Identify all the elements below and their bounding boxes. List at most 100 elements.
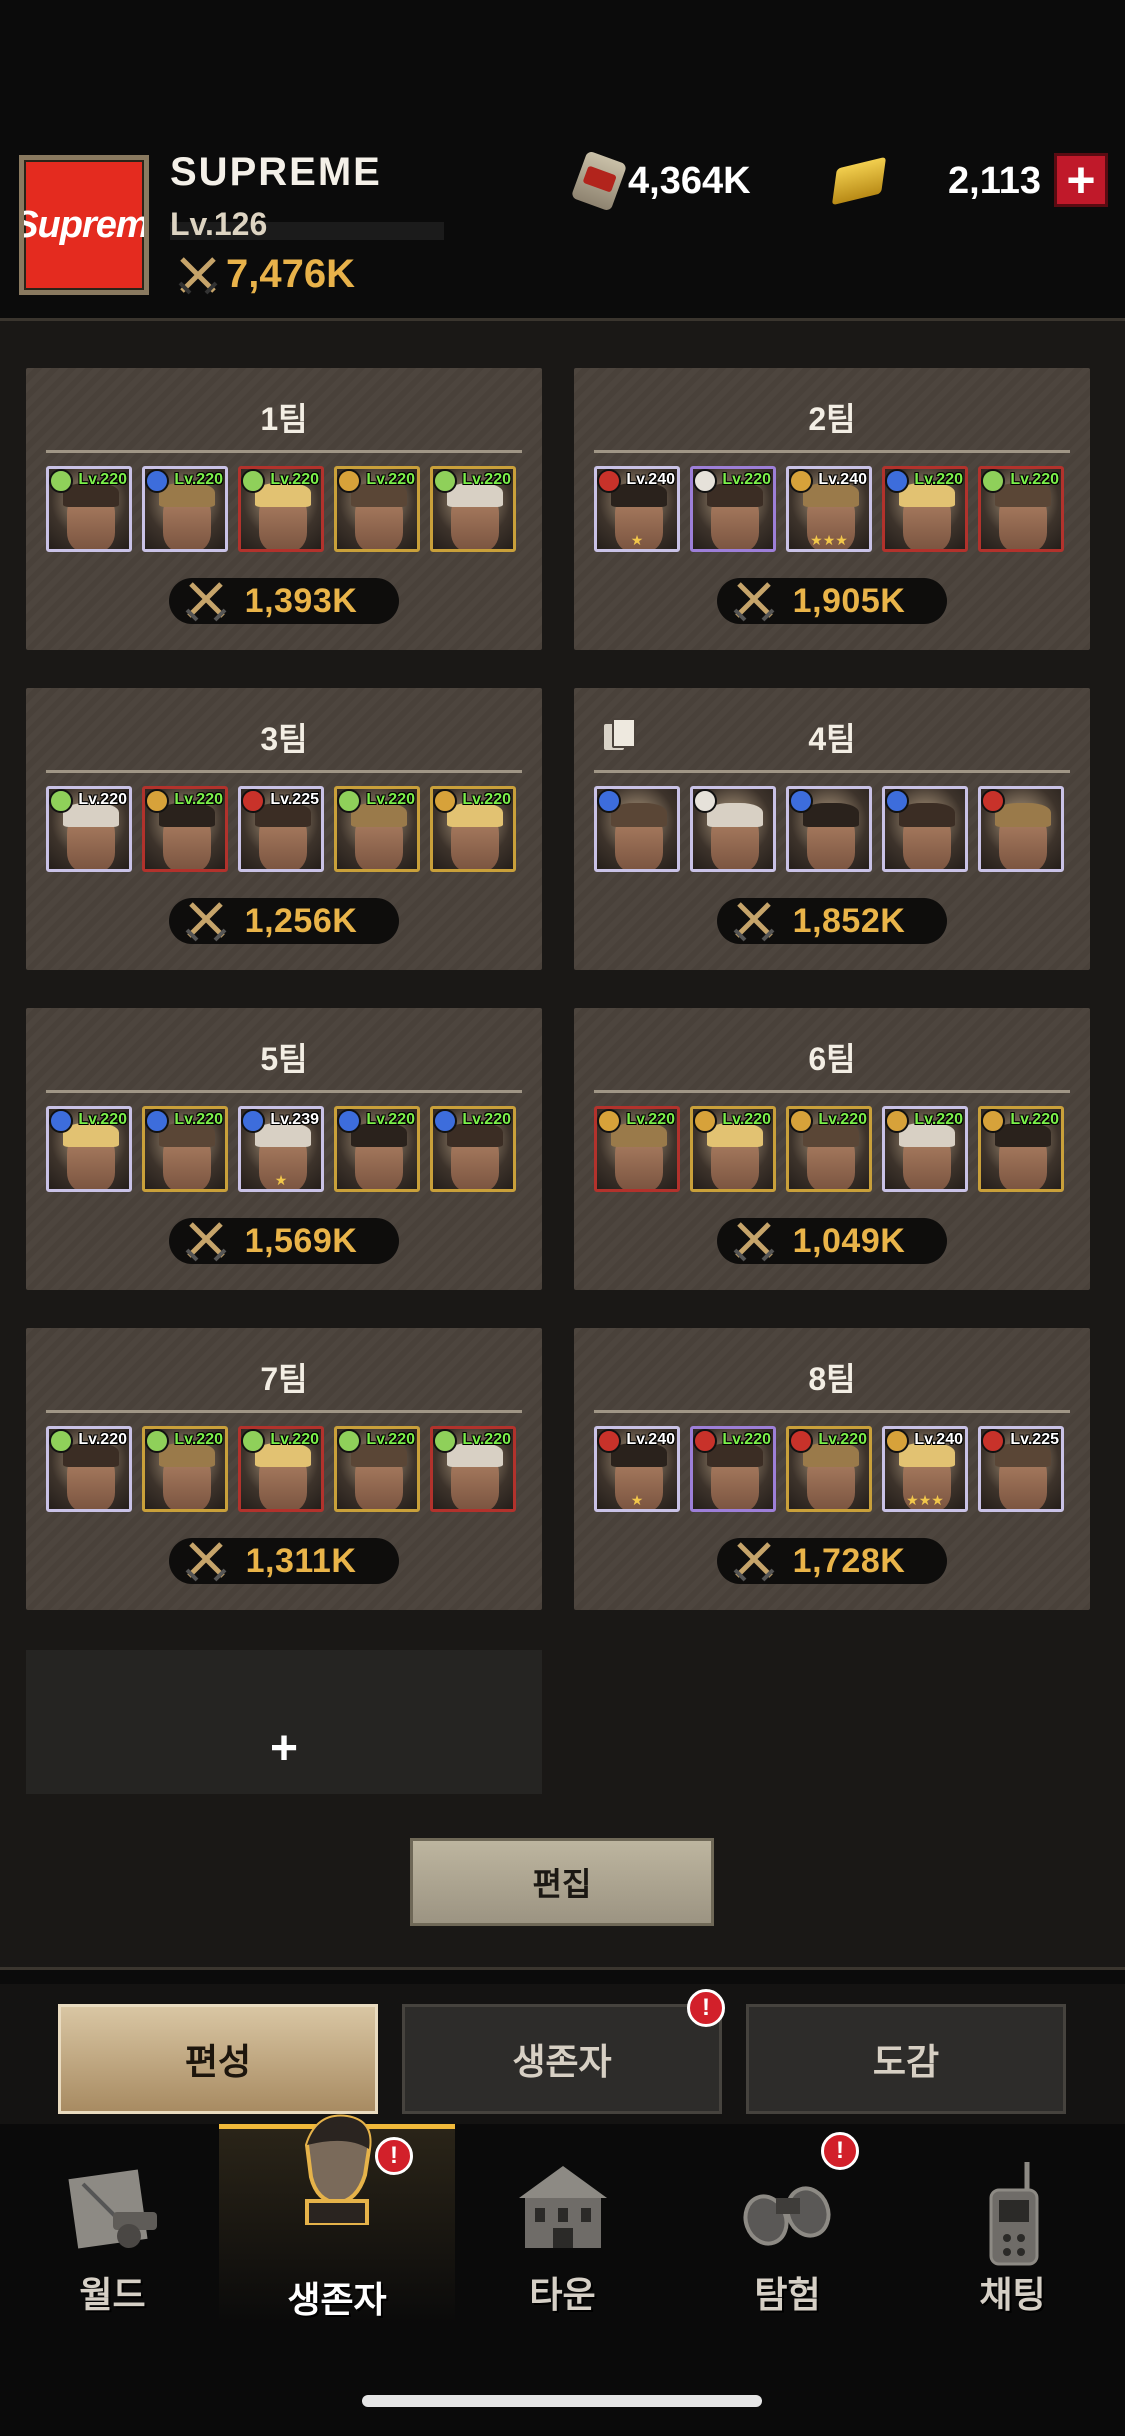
hero-portrait[interactable]: Lv.220 [334, 1426, 420, 1512]
class-badge-icon [981, 789, 1005, 813]
team-card[interactable]: 1팀 Lv.220 Lv.220 Lv.220 Lv.220 Lv.220 1,393K [26, 368, 542, 650]
hero-portrait[interactable]: Lv.220 [594, 1106, 680, 1192]
hero-portrait[interactable]: Lv.240 ★ [594, 466, 680, 552]
hero-portrait[interactable]: Lv.220 [430, 1106, 516, 1192]
class-badge-icon [981, 469, 1005, 493]
hero-portrait[interactable] [594, 786, 680, 872]
hero-portrait[interactable]: Lv.220 [690, 466, 776, 552]
hero-portrait[interactable]: Lv.220 [46, 1106, 132, 1192]
hero-portrait[interactable]: Lv.220 [142, 1426, 228, 1512]
divider [594, 770, 1070, 773]
hero-portrait[interactable]: Lv.220 [786, 1106, 872, 1192]
hero-portrait[interactable]: Lv.220 [46, 466, 132, 552]
team-power: 1,569K [169, 1218, 399, 1264]
class-badge-icon [885, 1429, 909, 1453]
nav-world-label: 월드 [79, 2274, 146, 2315]
player-power-value: 7,476K [226, 252, 355, 296]
hero-level: Lv.220 [818, 1431, 867, 1448]
hero-row [594, 786, 1064, 872]
hero-portrait[interactable]: Lv.225 [238, 786, 324, 872]
hero-portrait[interactable]: Lv.220 [334, 466, 420, 552]
class-badge-icon [789, 469, 813, 493]
hero-level: Lv.220 [914, 1111, 963, 1128]
class-badge-icon [885, 469, 909, 493]
hero-portrait[interactable]: Lv.240 ★ [594, 1426, 680, 1512]
player-avatar[interactable]: Supreme [19, 155, 149, 295]
hero-portrait[interactable]: Lv.220 [882, 1106, 968, 1192]
crossed-swords-icon [733, 1222, 775, 1262]
hero-level: Lv.220 [270, 471, 319, 488]
nav-explore[interactable]: ! 탐험 [675, 2124, 900, 2324]
hero-portrait[interactable]: Lv.220 [690, 1106, 776, 1192]
hero-portrait[interactable]: Lv.220 [142, 786, 228, 872]
team-name: 6팀 [808, 1041, 856, 1077]
add-currency-button[interactable]: + [1054, 153, 1108, 207]
hero-portrait[interactable]: Lv.220 [238, 1426, 324, 1512]
hero-portrait[interactable]: Lv.220 [430, 786, 516, 872]
class-badge-icon [981, 1109, 1005, 1133]
nav-chat[interactable]: 채팅 [900, 2124, 1125, 2324]
team-card[interactable]: 5팀 Lv.220 Lv.220 Lv.239 ★ Lv.220 Lv.220 1,569K [26, 1008, 542, 1290]
hero-portrait[interactable]: Lv.220 [430, 1426, 516, 1512]
crossed-swords-icon [733, 582, 775, 622]
team-card[interactable]: 8팀 Lv.240 ★ Lv.220 Lv.220 Lv.240 ★★★ Lv.225 1,72… [574, 1328, 1090, 1610]
nav-world[interactable]: 월드 [0, 2124, 225, 2324]
class-badge-icon [337, 1429, 361, 1453]
hero-level: Lv.240 [626, 1431, 675, 1448]
team-card[interactable]: 6팀 Lv.220 Lv.220 Lv.220 Lv.220 Lv.220 1,049K [574, 1008, 1090, 1290]
currency-can[interactable]: 4,364K [570, 150, 751, 212]
hero-portrait[interactable] [690, 786, 776, 872]
hero-portrait[interactable]: Lv.225 [978, 1426, 1064, 1512]
hero-portrait[interactable]: Lv.220 [430, 466, 516, 552]
divider [46, 770, 522, 773]
hero-portrait[interactable]: Lv.220 [978, 1106, 1064, 1192]
sub-tab-bar: 편성 생존자 ! 도감 [0, 1984, 1125, 2124]
team-power-value: 1,049K [792, 1221, 906, 1260]
hero-portrait[interactable] [978, 786, 1064, 872]
class-badge-icon [241, 469, 265, 493]
hero-stars: ★ [630, 532, 644, 548]
hero-portrait[interactable]: Lv.220 [334, 786, 420, 872]
nav-survivors[interactable]: ! 생존자 [219, 2114, 455, 2324]
hero-portrait[interactable]: Lv.220 [334, 1106, 420, 1192]
hero-portrait[interactable]: Lv.220 [142, 1106, 228, 1192]
hero-portrait[interactable]: Lv.220 [238, 466, 324, 552]
nav-town-label: 타운 [529, 2274, 596, 2315]
hero-portrait[interactable] [882, 786, 968, 872]
hero-level: Lv.220 [78, 1431, 127, 1448]
tab-formation[interactable]: 편성 [58, 2004, 378, 2114]
hero-portrait[interactable]: Lv.220 [690, 1426, 776, 1512]
hero-stars: ★ [630, 1492, 644, 1508]
crossed-swords-icon [185, 1542, 227, 1582]
tab-collection[interactable]: 도감 [746, 2004, 1066, 2114]
team-card[interactable]: 7팀 Lv.220 Lv.220 Lv.220 Lv.220 Lv.220 1,311K [26, 1328, 542, 1610]
notification-badge: ! [821, 2132, 859, 2170]
hero-portrait[interactable]: Lv.240 ★★★ [882, 1426, 968, 1512]
hero-portrait[interactable]: Lv.239 ★ [238, 1106, 324, 1192]
hero-portrait[interactable]: Lv.220 [142, 466, 228, 552]
class-badge-icon [597, 469, 621, 493]
team-card[interactable]: 3팀 Lv.220 Lv.220 Lv.225 Lv.220 Lv.220 1,256K [26, 688, 542, 970]
hero-level: Lv.220 [366, 471, 415, 488]
hero-portrait[interactable]: Lv.220 [46, 1426, 132, 1512]
divider [46, 1090, 522, 1093]
team-card[interactable]: 2팀 Lv.240 ★ Lv.220 Lv.240 ★★★ Lv.220 Lv.220 1,90… [574, 368, 1090, 650]
hero-row: Lv.240 ★ Lv.220 Lv.240 ★★★ Lv.220 Lv.220 [594, 466, 1064, 552]
hero-portrait[interactable] [786, 786, 872, 872]
nav-town[interactable]: 타운 [450, 2124, 675, 2324]
class-badge-icon [789, 1429, 813, 1453]
hero-portrait[interactable]: Lv.240 ★★★ [786, 466, 872, 552]
can-icon [570, 150, 628, 212]
edit-button[interactable]: 편집 [410, 1838, 714, 1926]
add-team-button[interactable]: + [26, 1650, 542, 1794]
team-card[interactable]: 4팀 1,852K [574, 688, 1090, 970]
currency-gold[interactable]: 2,113 [831, 150, 1041, 212]
hero-portrait[interactable]: Lv.220 [978, 466, 1064, 552]
hero-portrait[interactable]: Lv.220 [46, 786, 132, 872]
hero-portrait[interactable]: Lv.220 [786, 1426, 872, 1512]
class-badge-icon [241, 1109, 265, 1133]
class-badge-icon [789, 789, 813, 813]
tab-survivors[interactable]: 생존자 ! [402, 1989, 725, 2114]
home-indicator[interactable] [362, 2395, 762, 2407]
hero-portrait[interactable]: Lv.220 [882, 466, 968, 552]
